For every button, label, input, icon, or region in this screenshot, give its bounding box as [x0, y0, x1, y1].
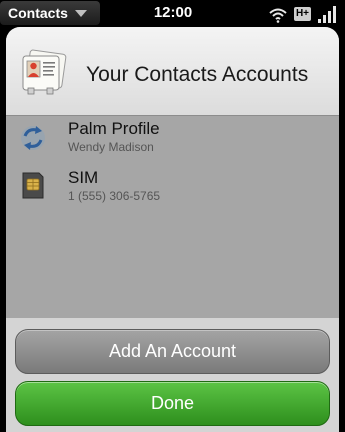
phone-screen: Contacts 12:00 H+ Your Contacts Accounts…: [0, 0, 345, 432]
chevron-down-icon: [74, 9, 87, 17]
status-indicators: H+: [268, 3, 339, 23]
account-detail: Wendy Madison: [68, 140, 154, 154]
clock: 12:00: [153, 4, 193, 21]
accounts-list: Palm Profile Wendy Madison SIM 1 (555) 3…: [6, 116, 339, 318]
status-bar: Contacts 12:00 H+: [0, 0, 345, 27]
account-item-sim[interactable]: SIM 1 (555) 306-5765: [6, 168, 339, 208]
account-name: Palm Profile: [68, 119, 160, 138]
account-item-palm-profile[interactable]: Palm Profile Wendy Madison: [6, 118, 339, 158]
network-type-icon: H+: [293, 7, 311, 21]
page-title: Your Contacts Accounts: [86, 63, 309, 86]
account-detail: 1 (555) 306-5765: [68, 189, 161, 203]
app-menu-button[interactable]: Contacts: [0, 1, 100, 25]
accounts-card: Your Contacts Accounts Palm Profile Wend…: [6, 27, 339, 432]
app-name: Contacts: [8, 5, 68, 21]
add-account-button[interactable]: Add An Account: [15, 329, 330, 374]
sim-card-icon: [22, 172, 44, 199]
card-header: Your Contacts Accounts: [6, 27, 339, 116]
wifi-icon: [269, 8, 287, 23]
sync-arrows-icon: [21, 126, 45, 150]
button-area: Add An Account Done: [6, 318, 339, 432]
signal-strength-icon: [318, 6, 336, 23]
contacts-cards-icon: [22, 49, 67, 95]
done-button[interactable]: Done: [15, 381, 330, 426]
account-name: SIM: [68, 168, 99, 187]
